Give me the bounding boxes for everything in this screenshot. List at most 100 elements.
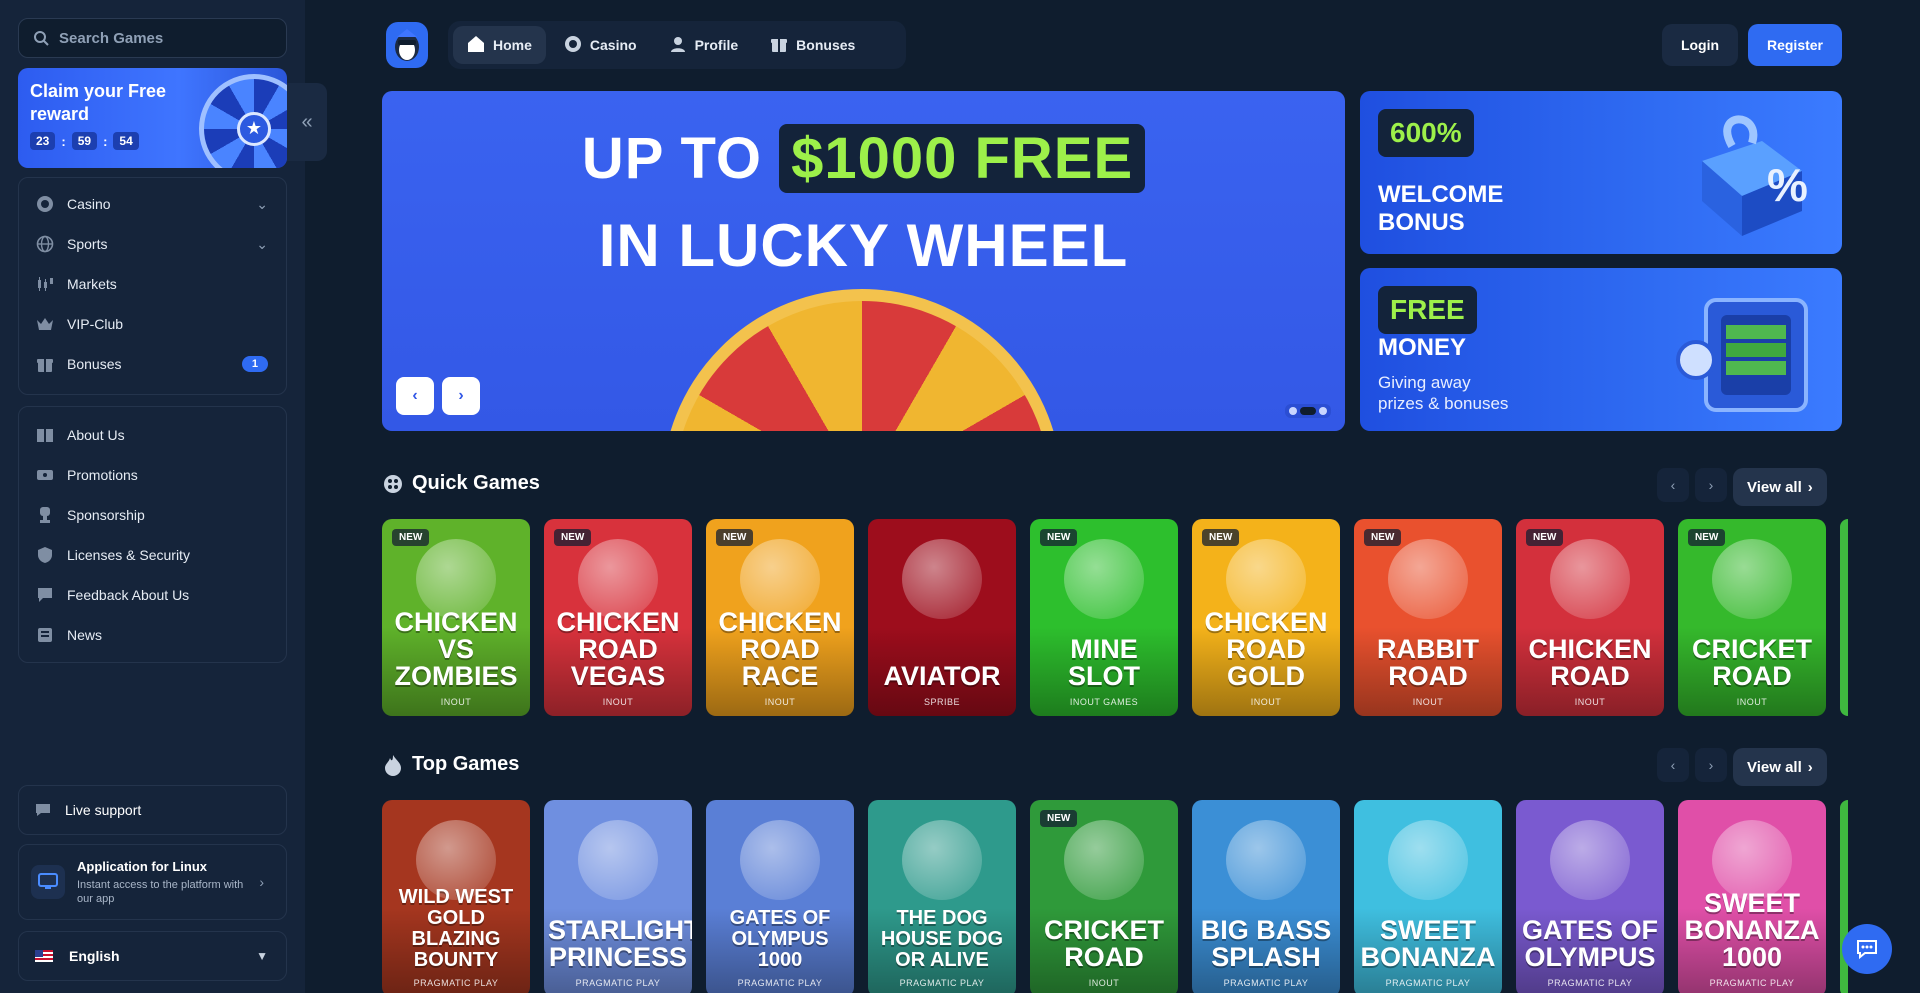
pagination-dot[interactable] [1300, 407, 1316, 415]
hero-next-button[interactable]: › [442, 377, 480, 415]
sidebar-item-label: Promotions [67, 467, 138, 483]
game-card[interactable]: NEW Cricket Road INOUT [1678, 519, 1826, 716]
live-support-label: Live support [65, 802, 142, 818]
pagination-dot[interactable] [1289, 407, 1297, 415]
tab-bonuses[interactable]: Bonuses [756, 26, 869, 64]
penguin-logo-icon [395, 29, 419, 61]
chevron-left-icon: ‹ [412, 387, 418, 404]
game-card[interactable]: NEW Chicken Road Gold INOUT [1192, 519, 1340, 716]
sidebar-item-markets[interactable]: Markets [19, 264, 286, 304]
sidebar-item-about-us[interactable]: About Us [19, 415, 286, 455]
chat-icon [1857, 940, 1877, 960]
gift-icon [35, 354, 55, 374]
game-card[interactable]: Starlight Princess PRAGMATIC PLAY [544, 800, 692, 993]
game-thumbnail [1388, 539, 1468, 619]
quick-games-view-all-button[interactable]: View all › [1733, 468, 1827, 506]
game-thumbnail [1064, 820, 1144, 900]
pagination-dot[interactable] [1319, 407, 1327, 415]
game-card[interactable]: Aviator SPRIBE [868, 519, 1016, 716]
sidebar-item-licenses-security[interactable]: Licenses & Security [19, 535, 286, 575]
new-badge: NEW [716, 529, 754, 546]
top-games-row: Wild West Gold Blazing Bounty PRAGMATIC P… [382, 800, 1848, 993]
tab-label: Bonuses [796, 37, 856, 53]
quick-games-next-button[interactable]: › [1695, 468, 1727, 502]
gift-box-icon: % [1702, 115, 1808, 236]
game-title: Cricket Road [1692, 634, 1812, 691]
sidebar-item-label: Sports [67, 236, 108, 252]
game-provider: PRAGMATIC PLAY [1223, 978, 1309, 988]
free-reward-banner[interactable]: Claim your Free reward 23 : 59 : 54 ★ [18, 68, 287, 168]
main-nav-card: Casino ⌄ Sports ⌄ Markets VIP-Club Bonuses 1 [18, 177, 287, 395]
game-card[interactable]: Gates of Olympus 1000 PRAGMATIC PLAY [706, 800, 854, 993]
live-support-button[interactable]: Live support [18, 785, 287, 835]
new-badge: NEW [1526, 529, 1564, 546]
game-thumbnail [1712, 539, 1792, 619]
sidebar-item-sports[interactable]: Sports ⌄ [19, 224, 286, 264]
game-thumbnail [578, 820, 658, 900]
tab-home[interactable]: Home [453, 26, 546, 64]
game-provider: INOUT [1250, 697, 1282, 707]
game-provider: INOUT [1088, 978, 1120, 988]
new-badge: NEW [1202, 529, 1240, 546]
next-game-card-peek[interactable] [1840, 519, 1848, 716]
game-card[interactable]: Gates of Olympus PRAGMATIC PLAY [1516, 800, 1664, 993]
language-selector[interactable]: English ▼ [18, 931, 287, 981]
game-title: Chicken vs Zombies [394, 607, 518, 691]
section-title: Quick Games [412, 472, 540, 494]
top-games-prev-button[interactable]: ‹ [1657, 748, 1689, 782]
welcome-bonus-banner[interactable]: 600% WELCOME BONUS % [1360, 91, 1842, 254]
chat-widget-button[interactable] [1842, 924, 1892, 974]
game-card[interactable]: Sweet Bonanza PRAGMATIC PLAY [1354, 800, 1502, 993]
top-games-view-all-button[interactable]: View all › [1733, 748, 1827, 786]
sidebar-item-news[interactable]: News [19, 615, 286, 655]
register-button[interactable]: Register [1748, 24, 1842, 66]
top-games-next-button[interactable]: › [1695, 748, 1727, 782]
chevron-left-icon: ‹ [1670, 757, 1676, 773]
sidebar-item-bonuses[interactable]: Bonuses 1 [19, 344, 286, 384]
game-card[interactable]: Big Bass Splash PRAGMATIC PLAY [1192, 800, 1340, 993]
game-card[interactable]: NEW Chicken Road Vegas INOUT [544, 519, 692, 716]
sidebar-item-feedback-about-us[interactable]: Feedback About Us [19, 575, 286, 615]
game-card[interactable]: Sweet Bonanza 1000 PRAGMATIC PLAY [1678, 800, 1826, 993]
sidebar-item-vip-club[interactable]: VIP-Club [19, 304, 286, 344]
tab-profile[interactable]: Profile [655, 26, 753, 64]
hero-banner[interactable]: UP TO $1000 FREE IN LUCKY WHEEL ‹ › [382, 91, 1345, 431]
site-logo[interactable] [386, 22, 428, 68]
game-card[interactable]: Wild West Gold Blazing Bounty PRAGMATIC P… [382, 800, 530, 993]
tab-label: Casino [589, 37, 637, 53]
login-button[interactable]: Login [1662, 24, 1738, 66]
collapse-sidebar-button[interactable]: « [287, 83, 327, 161]
game-provider: PRAGMATIC PLAY [413, 978, 499, 988]
search-box[interactable] [18, 18, 287, 58]
user-icon [669, 35, 687, 56]
game-card[interactable]: NEW Mine Slot INOUT GAMES [1030, 519, 1178, 716]
quick-games-prev-button[interactable]: ‹ [1657, 468, 1689, 502]
game-card[interactable]: NEW Chicken Road INOUT [1516, 519, 1664, 716]
search-input[interactable] [59, 29, 279, 47]
top-navigation: Home Casino Profile Bonuses [448, 21, 906, 69]
sidebar-item-label: Bonuses [67, 356, 122, 372]
game-thumbnail [902, 820, 982, 900]
sidebar-item-sponsorship[interactable]: Sponsorship [19, 495, 286, 535]
game-card[interactable]: The Dog House Dog or Alive PRAGMATIC PLAY [868, 800, 1016, 993]
game-card[interactable]: NEW Cricket Road INOUT [1030, 800, 1178, 993]
game-card[interactable]: NEW Chicken Road Race INOUT [706, 519, 854, 716]
tab-casino[interactable]: Casino [550, 26, 651, 64]
free-money-banner[interactable]: FREE MONEY Giving away prizes & bonuses [1360, 268, 1842, 431]
linux-app-card[interactable]: Application for Linux Instant access to … [18, 844, 287, 920]
sidebar-item-label: VIP-Club [67, 316, 124, 332]
game-title: Starlight Princess [548, 915, 692, 972]
game-provider: SPRIBE [923, 697, 960, 707]
top-games-header: Top Games [382, 753, 519, 776]
chevron-right-icon: › [1708, 757, 1714, 773]
game-card[interactable]: NEW Chicken vs Zombies INOUT [382, 519, 530, 716]
hero-line1-highlight: $1000 FREE [779, 124, 1146, 193]
hero-line1-text: UP TO [581, 126, 762, 191]
hero-prev-button[interactable]: ‹ [396, 377, 434, 415]
game-provider: PRAGMATIC PLAY [1385, 978, 1471, 988]
sidebar-item-promotions[interactable]: Promotions [19, 455, 286, 495]
top-games-controls: ‹ › View all › [1657, 748, 1827, 786]
game-card[interactable]: NEW Rabbit Road INOUT [1354, 519, 1502, 716]
sidebar-item-casino[interactable]: Casino ⌄ [19, 184, 286, 224]
quick-games-header: Quick Games [382, 472, 540, 495]
